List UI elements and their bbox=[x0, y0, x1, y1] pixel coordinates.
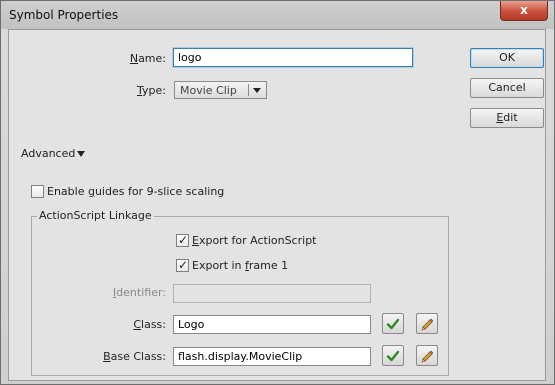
base-class-label: Base Class: bbox=[103, 350, 166, 363]
edit-button[interactable]: Edit bbox=[470, 108, 544, 128]
class-input[interactable]: Logo bbox=[173, 315, 371, 334]
chevron-down-icon bbox=[253, 88, 261, 93]
identifier-label: Identifier: bbox=[112, 286, 166, 299]
type-select-value: Movie Clip bbox=[180, 84, 237, 97]
cancel-button[interactable]: Cancel bbox=[470, 78, 544, 98]
type-label: Type: bbox=[137, 84, 166, 97]
checkmark-icon: ✓ bbox=[178, 258, 189, 272]
guides-checkbox-label[interactable]: Enable guides for 9-slice scaling bbox=[47, 185, 224, 198]
validate-base-class-button[interactable] bbox=[382, 345, 404, 366]
select-divider bbox=[248, 84, 249, 96]
check-icon bbox=[386, 318, 400, 330]
edit-base-class-button[interactable] bbox=[416, 345, 438, 366]
ok-button[interactable]: OK bbox=[470, 48, 544, 68]
base-class-input[interactable]: flash.display.MovieClip bbox=[173, 347, 371, 366]
disclosure-triangle-icon[interactable] bbox=[77, 151, 85, 157]
pencil-icon bbox=[421, 318, 434, 331]
close-button[interactable]: x bbox=[500, 1, 548, 21]
type-select[interactable]: Movie Clip bbox=[174, 81, 267, 99]
guides-checkbox[interactable] bbox=[31, 185, 44, 198]
close-icon: x bbox=[520, 3, 528, 17]
advanced-toggle[interactable]: Advanced bbox=[21, 147, 75, 160]
class-label: Class: bbox=[133, 318, 166, 331]
validate-class-button[interactable] bbox=[382, 313, 404, 334]
export-frame-checkbox[interactable]: ✓ bbox=[176, 258, 189, 272]
name-label: Name: bbox=[129, 52, 166, 65]
name-input[interactable]: logo bbox=[173, 48, 413, 67]
identifier-input bbox=[173, 284, 371, 303]
checkmark-icon: ✓ bbox=[178, 233, 189, 247]
pencil-icon bbox=[421, 350, 434, 363]
edit-class-button[interactable] bbox=[416, 313, 438, 334]
export-actionscript-label[interactable]: Export for ActionScript bbox=[192, 234, 316, 247]
dialog-body: Name: logo Type: Movie Clip OK Cancel Ed… bbox=[8, 29, 546, 381]
title-bar[interactable]: Symbol Properties x bbox=[1, 1, 554, 29]
linkage-group-title: ActionScript Linkage bbox=[37, 209, 154, 222]
check-icon bbox=[386, 350, 400, 362]
dialog-window: Symbol Properties x Name: logo Type: Mov… bbox=[0, 0, 555, 385]
export-frame-label[interactable]: Export in frame 1 bbox=[192, 259, 288, 272]
export-actionscript-checkbox[interactable]: ✓ bbox=[176, 233, 189, 247]
window-title: Symbol Properties bbox=[9, 8, 119, 22]
